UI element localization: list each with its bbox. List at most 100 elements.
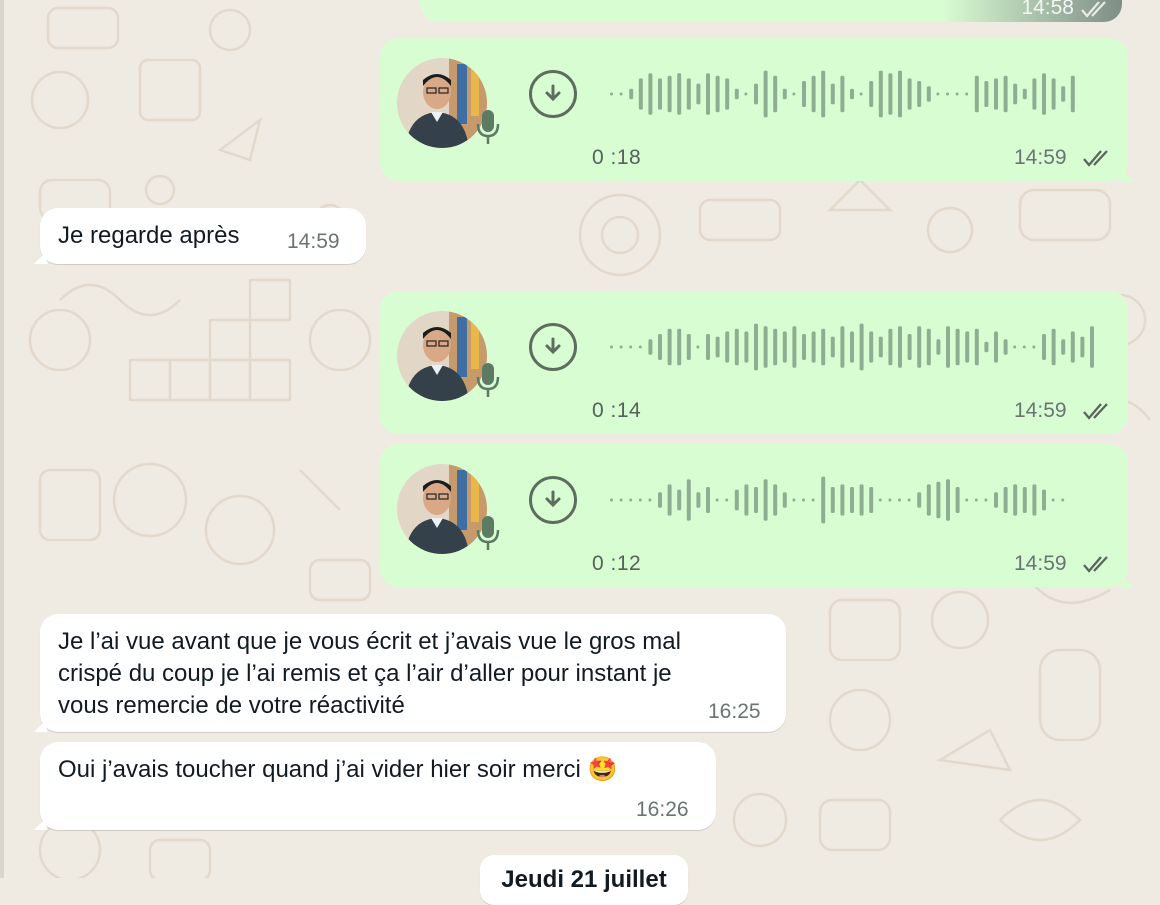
double-check-icon xyxy=(1081,1,1106,18)
waveform-bar xyxy=(696,83,701,105)
avatar[interactable] xyxy=(397,58,487,148)
chat-left-border xyxy=(0,0,4,878)
waveform-bar xyxy=(974,75,979,113)
message-time: 14:59 xyxy=(287,230,340,253)
waveform-bar xyxy=(725,331,730,363)
waveform-bar xyxy=(734,328,739,366)
incoming-message-bubble[interactable]: Je regarde après 14:59 xyxy=(30,208,366,264)
waveform-bar xyxy=(936,481,941,519)
microphone-icon xyxy=(476,363,500,397)
waveform-bar xyxy=(859,92,863,96)
download-button[interactable] xyxy=(529,323,577,371)
waveform-bar xyxy=(677,73,682,115)
waveform-bar xyxy=(629,345,633,349)
waveform-bar xyxy=(840,484,845,516)
waveform-bar xyxy=(830,336,835,358)
waveform-bar xyxy=(763,326,768,368)
partial-outgoing-bubble[interactable]: 14:58 xyxy=(420,0,1122,22)
avatar-photo xyxy=(397,58,487,148)
waveform-bar xyxy=(648,339,653,355)
avatar[interactable] xyxy=(397,464,487,554)
waveform-bar xyxy=(1070,331,1075,363)
voice-message-bubble[interactable]: 0 :14 14:59 xyxy=(380,291,1128,434)
waveform-bar xyxy=(802,334,806,360)
waveform-bar xyxy=(946,92,949,96)
double-check-icon xyxy=(1083,556,1108,573)
waveform-bar xyxy=(974,498,978,502)
waveform-bar xyxy=(1061,498,1065,502)
waveform-bar xyxy=(734,88,739,100)
waveform-bar xyxy=(888,328,893,366)
waveform-bar xyxy=(869,487,874,513)
waveform-bar xyxy=(840,75,845,113)
waveform-bar xyxy=(898,498,901,502)
voice-message-bubble[interactable]: 0 :18 14:59 xyxy=(380,38,1138,181)
waveform-bar xyxy=(1080,336,1085,358)
incoming-message-bubble[interactable]: Je l’ai vue avant que je vous écrit et j… xyxy=(30,614,786,732)
waveform-bar xyxy=(658,78,662,110)
waveform-bar xyxy=(1090,326,1094,368)
waveform-bar xyxy=(1003,339,1008,355)
waveform-bar xyxy=(811,498,815,502)
waveform-bar xyxy=(907,334,912,360)
waveform-bar xyxy=(1003,75,1008,113)
waveform-bar xyxy=(946,326,950,368)
waveform-bar xyxy=(965,92,969,96)
message-line: Je l’ai vue avant que je vous écrit et j… xyxy=(58,628,681,655)
star-struck-emoji: 🤩 xyxy=(587,756,618,783)
audio-waveform[interactable] xyxy=(608,474,1098,526)
waveform-bar xyxy=(648,73,653,115)
waveform-bar xyxy=(1013,484,1018,516)
voice-duration: 0 :14 xyxy=(592,399,642,422)
waveform-bar xyxy=(610,345,613,349)
waveform-bar xyxy=(984,341,989,353)
bubble-tail xyxy=(30,254,48,264)
waveform-bar xyxy=(792,326,797,368)
waveform-bar xyxy=(811,331,816,363)
waveform-bar xyxy=(1042,73,1046,115)
download-button[interactable] xyxy=(529,70,577,118)
waveform-bar xyxy=(1042,334,1046,360)
waveform-bar xyxy=(955,92,959,96)
voice-message-bubble[interactable]: 0 :12 14:59 xyxy=(380,444,1138,587)
avatar[interactable] xyxy=(397,311,487,401)
waveform-bar xyxy=(715,498,719,502)
waveform-bar xyxy=(830,487,835,513)
waveform-bar xyxy=(1032,484,1037,516)
waveform-bar xyxy=(984,81,989,107)
waveform-bar xyxy=(917,326,922,368)
avatar-photo xyxy=(397,464,487,554)
audio-waveform[interactable] xyxy=(608,321,1098,373)
waveform-bar xyxy=(840,326,845,368)
waveform-bar xyxy=(994,331,998,363)
voice-duration: 0 :18 xyxy=(592,146,642,169)
incoming-message-bubble[interactable]: Oui j’avais toucher quand j’ai vider hie… xyxy=(30,742,716,830)
waveform-bar xyxy=(744,331,749,363)
waveform-bar xyxy=(610,498,613,502)
waveform-bar xyxy=(658,334,662,360)
waveform-bar xyxy=(926,328,931,366)
date-separator: Jeudi 21 juillet xyxy=(480,855,688,905)
waveform-bar xyxy=(878,70,883,118)
message-text: Oui j’avais toucher quand j’ai vider hie… xyxy=(58,754,617,786)
waveform-bar xyxy=(811,75,816,113)
waveform-bar xyxy=(610,92,613,96)
waveform-bar xyxy=(859,323,864,371)
waveform-bar xyxy=(1022,345,1026,349)
waveform-bar xyxy=(802,498,805,502)
waveform-bar xyxy=(1051,328,1056,366)
waveform-bar xyxy=(926,86,931,102)
waveform-bar xyxy=(850,487,854,513)
waveform-bar xyxy=(830,83,835,105)
waveform-bar xyxy=(888,498,892,502)
waveform-bar xyxy=(715,75,720,113)
waveform-bar xyxy=(1061,339,1066,355)
double-check-icon xyxy=(1083,403,1108,420)
download-button[interactable] xyxy=(529,476,577,524)
audio-waveform[interactable] xyxy=(608,68,1098,120)
waveform-bar xyxy=(696,345,700,349)
bubble-tail xyxy=(1120,577,1138,587)
download-arrow-icon xyxy=(545,84,561,102)
waveform-bar xyxy=(1051,498,1055,502)
waveform-bar xyxy=(994,78,998,110)
